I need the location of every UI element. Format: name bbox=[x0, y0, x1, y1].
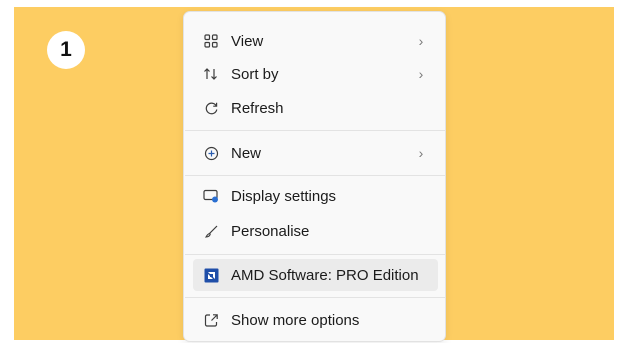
menu-item-amd-software[interactable]: AMD Software: PRO Edition bbox=[193, 259, 438, 291]
menu-item-personalise[interactable]: Personalise bbox=[193, 215, 438, 247]
menu-item-display-settings[interactable]: Display settings bbox=[193, 180, 438, 212]
menu-item-label: Display settings bbox=[231, 187, 337, 205]
chevron-right-icon: › bbox=[418, 33, 424, 49]
menu-separator bbox=[185, 297, 446, 298]
menu-item-refresh[interactable]: Refresh bbox=[193, 92, 438, 124]
step-number-badge: 1 bbox=[47, 31, 85, 69]
refresh-icon bbox=[202, 99, 220, 117]
display-icon bbox=[202, 187, 220, 205]
menu-item-label: View bbox=[231, 32, 264, 50]
amd-logo-icon bbox=[202, 266, 220, 284]
menu-item-label: Show more options bbox=[231, 311, 360, 329]
menu-separator bbox=[185, 175, 446, 176]
menu-item-new[interactable]: New › bbox=[193, 137, 438, 169]
menu-separator bbox=[185, 130, 446, 131]
brush-icon bbox=[202, 222, 220, 240]
menu-item-label: AMD Software: PRO Edition bbox=[231, 266, 419, 284]
menu-item-label: New bbox=[231, 144, 262, 162]
desktop-context-menu: View › Sort by › Refresh New › Display s… bbox=[183, 11, 446, 342]
plus-circle-icon bbox=[202, 144, 220, 162]
grid-icon bbox=[202, 32, 220, 50]
sort-arrows-icon bbox=[202, 65, 220, 83]
chevron-right-icon: › bbox=[418, 145, 424, 161]
menu-item-view[interactable]: View › bbox=[193, 25, 438, 57]
menu-item-label: Personalise bbox=[231, 222, 310, 240]
chevron-right-icon: › bbox=[418, 66, 424, 82]
menu-separator bbox=[185, 254, 446, 255]
menu-item-label: Refresh bbox=[231, 99, 284, 117]
menu-item-show-more-options[interactable]: Show more options bbox=[193, 304, 438, 336]
menu-item-sort-by[interactable]: Sort by › bbox=[193, 58, 438, 90]
open-external-icon bbox=[202, 311, 220, 329]
menu-item-label: Sort by bbox=[231, 65, 279, 83]
